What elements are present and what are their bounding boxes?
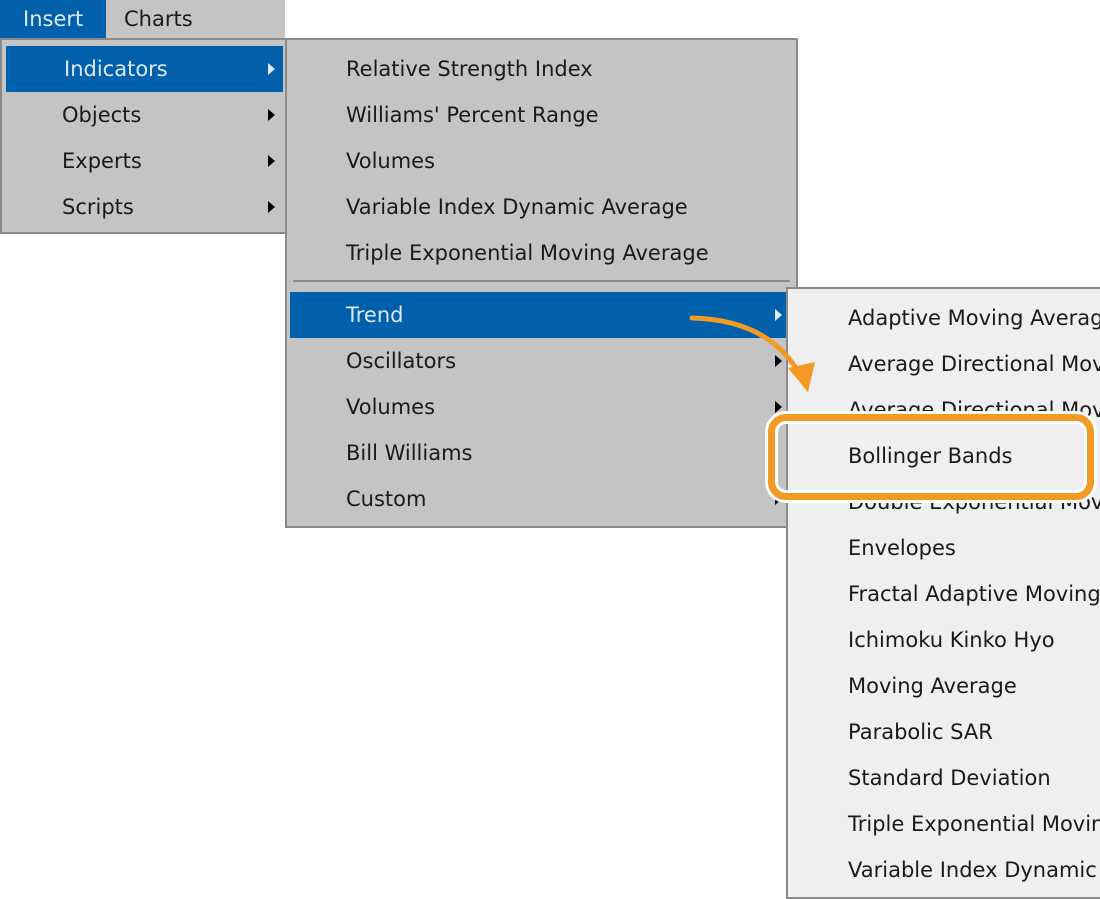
annotation-arrow-icon bbox=[689, 315, 815, 392]
